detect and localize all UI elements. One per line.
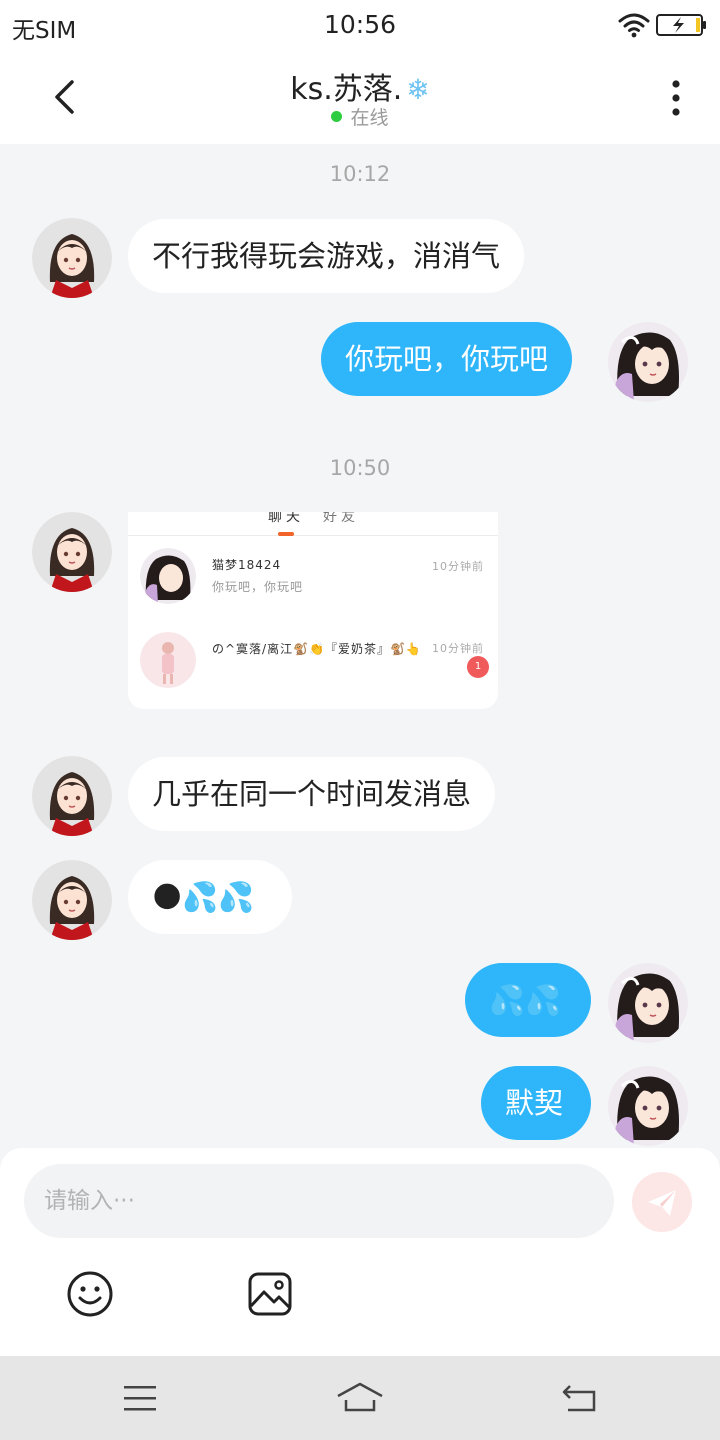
contact-avatar[interactable] xyxy=(32,860,112,940)
contact-avatar[interactable] xyxy=(32,512,112,592)
my-avatar[interactable] xyxy=(608,322,688,402)
image-picker-icon[interactable] xyxy=(246,1270,294,1318)
message-input[interactable] xyxy=(24,1164,614,1238)
screenshot-tab-chat: 聊天 xyxy=(268,512,304,525)
message-composer xyxy=(0,1148,720,1356)
home-icon[interactable] xyxy=(336,1376,384,1420)
screenshot-row-name: 猫梦18424 xyxy=(212,558,282,572)
contact-name: ks.苏落. ❄ xyxy=(0,64,720,108)
screenshot-unread-badge: 1 xyxy=(467,656,489,678)
status-time: 10:56 xyxy=(323,10,397,39)
send-button[interactable] xyxy=(632,1172,692,1232)
screenshot-image-message[interactable]: 聊天 好友 猫梦18424 你玩吧，你玩吧 10分钟前 の^寞落/离江🐒👏『爱奶… xyxy=(128,512,498,709)
online-status: 在线 xyxy=(0,103,720,130)
timestamp: 10:50 xyxy=(329,456,391,480)
outgoing-message[interactable]: 你玩吧，你玩吧 xyxy=(321,322,573,396)
screenshot-row-preview: 你玩吧，你玩吧 xyxy=(212,580,304,594)
incoming-message[interactable]: 几乎在同一个时间发消息 xyxy=(128,757,496,831)
chat-header: ks.苏落. ❄ 在线 xyxy=(0,50,720,144)
emoji-icon[interactable] xyxy=(66,1270,114,1318)
screenshot-avatar xyxy=(140,548,196,604)
screenshot-row-time: 10分钟前 xyxy=(432,560,484,573)
screenshot-row-time: 10分钟前 xyxy=(432,642,484,655)
send-icon xyxy=(648,1190,676,1216)
timestamp: 10:12 xyxy=(329,162,391,186)
online-status-label: 在线 xyxy=(350,107,389,129)
menu-icon[interactable] xyxy=(118,1376,162,1420)
incoming-message[interactable]: 不行我得玩会游戏，消消气 xyxy=(128,219,525,293)
screenshot-tab-friends: 好友 xyxy=(323,512,359,525)
status-bar: 无SIM 10:56 xyxy=(0,0,720,50)
contact-name-text: ks.苏落. xyxy=(290,72,403,107)
contact-avatar[interactable] xyxy=(32,756,112,836)
system-nav-bar xyxy=(0,1356,720,1440)
my-avatar[interactable] xyxy=(608,963,688,1043)
screenshot-row-name: の^寞落/离江🐒👏『爱奶茶』🐒👆 xyxy=(212,642,422,656)
contact-avatar[interactable] xyxy=(32,218,112,298)
screenshot-avatar xyxy=(140,632,196,688)
wifi-icon xyxy=(618,13,650,38)
more-options-icon[interactable] xyxy=(660,76,692,120)
screenshot-tab-bar: 聊天 好友 xyxy=(128,512,498,536)
snowflake-emoji: ❄ xyxy=(406,73,430,106)
online-dot xyxy=(331,111,343,122)
outgoing-message[interactable]: 默契 xyxy=(481,1066,591,1140)
back-nav-icon[interactable] xyxy=(558,1376,602,1420)
incoming-emoji-message[interactable]: 🌑💦💦 xyxy=(128,860,292,934)
battery-charging-icon xyxy=(656,14,706,36)
screenshot-tab-indicator xyxy=(278,532,294,536)
my-avatar[interactable] xyxy=(608,1066,688,1146)
outgoing-emoji-message[interactable]: 💦💦 xyxy=(465,963,591,1037)
